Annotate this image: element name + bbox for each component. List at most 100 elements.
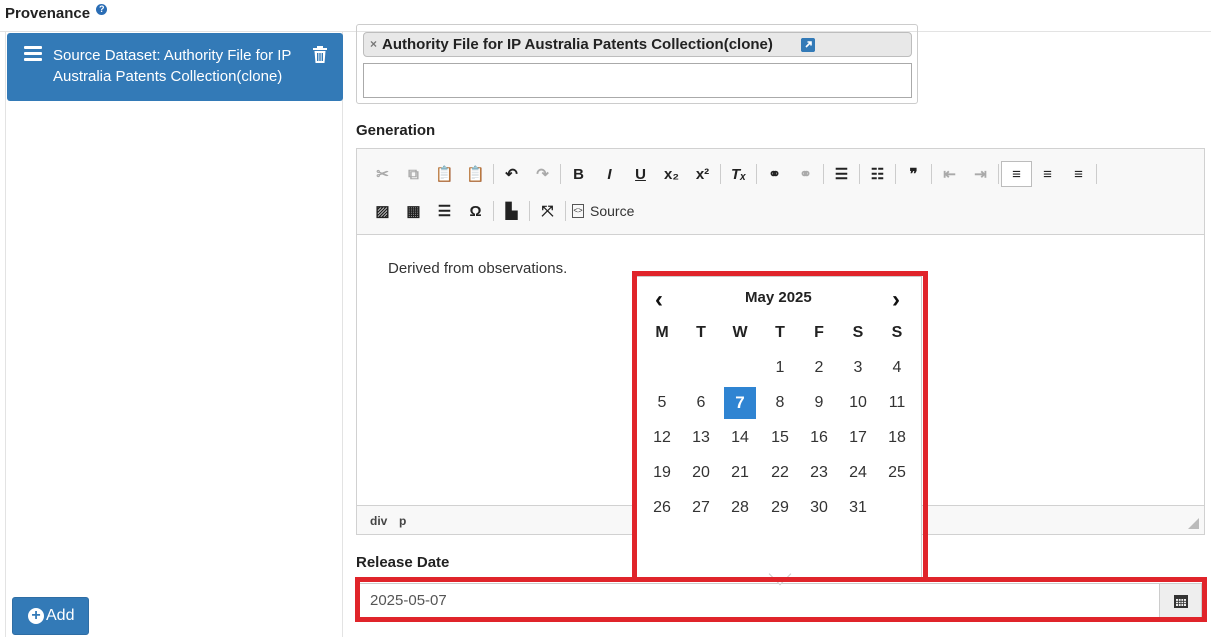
table-icon[interactable]: ▦ [398,198,429,224]
day-cell[interactable]: 21 [724,457,756,489]
calendar-button[interactable] [1159,584,1201,617]
day-cell[interactable]: 18 [881,422,913,454]
source-dataset-item[interactable]: Source Dataset: Authority File for IP Au… [7,33,343,101]
source-dataset-field: × Authority File for IP Australia Patent… [356,24,918,104]
add-button[interactable]: + Add [12,597,89,635]
external-link-icon[interactable] [801,38,815,52]
subscript-icon[interactable]: x₂ [656,161,687,187]
previous-month-chevron-icon[interactable]: ‹ [655,286,663,314]
next-month-chevron-icon[interactable]: › [892,286,900,314]
source-button[interactable]: <> Source [568,198,638,224]
datepicker-month-label[interactable]: May 2025 [745,289,812,306]
toolbar-separator [493,201,494,221]
selected-day-cell[interactable]: 7 [724,387,756,419]
day-cell[interactable]: 5 [646,387,678,419]
path-crumb-p[interactable]: p [399,514,406,528]
day-cell[interactable]: 20 [685,457,717,489]
toolbar-separator [998,164,999,184]
toolbar-separator [859,164,860,184]
weekday-header: T [696,324,706,341]
day-cell[interactable]: 14 [724,422,756,454]
day-cell[interactable]: 22 [764,457,796,489]
special-char-icon[interactable]: Ω [460,198,491,224]
day-cell[interactable]: 3 [842,352,874,384]
toolbar-row-2: ▨ ▦ ☰ Ω ▙ ⤧ <> Source [367,197,638,225]
day-cell[interactable]: 29 [764,492,796,524]
trash-icon[interactable] [312,46,328,63]
day-cell[interactable]: 16 [803,422,835,454]
underline-icon[interactable]: U [625,161,656,187]
undo-icon[interactable]: ↶ [496,161,527,187]
day-cell[interactable]: 4 [881,352,913,384]
day-cell[interactable]: 1 [764,352,796,384]
left-panel: Source Dataset: Authority File for IP Au… [5,32,343,637]
source-button-label: Source [590,203,635,219]
day-cell[interactable]: 2 [803,352,835,384]
toolbar-separator [529,201,530,221]
numbered-list-icon[interactable]: ☰ [826,161,857,187]
token-remove-icon[interactable]: × [370,37,377,51]
day-cell[interactable]: 8 [764,387,796,419]
paste-text-icon[interactable]: 📋 [460,161,491,187]
day-cell[interactable]: 13 [685,422,717,454]
bulleted-list-icon[interactable]: ☷ [862,161,893,187]
bookmark-icon[interactable]: ▙ [496,198,527,224]
day-cell[interactable]: 30 [803,492,835,524]
day-cell[interactable]: 25 [881,457,913,489]
remove-format-icon[interactable]: Tₓ [723,161,754,187]
path-crumb-div[interactable]: div [370,514,387,528]
add-button-label: Add [46,607,75,624]
day-cell[interactable]: 24 [842,457,874,489]
indent-icon[interactable]: ⇥ [965,161,996,187]
toolbar-row-1: ✂ ⧉ 📋 📋 ↶ ↷ B I U x₂ x² Tₓ ⚭ ⚭ ☰ ☷ ❞ ⇤ ⇥… [367,160,1099,188]
unlink-icon[interactable]: ⚭ [790,161,821,187]
cut-icon[interactable]: ✂ [367,161,398,187]
superscript-icon[interactable]: x² [687,161,718,187]
day-cell[interactable]: 11 [881,387,913,419]
maximize-icon[interactable]: ⤧ [532,198,563,224]
day-cell[interactable]: 19 [646,457,678,489]
weekday-header: W [732,324,748,341]
toolbar-separator [931,164,932,184]
editor-content[interactable]: Derived from observations. [388,260,567,277]
copy-icon[interactable]: ⧉ [398,161,429,187]
release-date-value: 2025-05-07 [370,592,447,609]
link-icon[interactable]: ⚭ [759,161,790,187]
weekday-header: M [655,324,669,341]
toolbar-separator [1096,164,1097,184]
toolbar-separator [895,164,896,184]
toolbar-separator [823,164,824,184]
day-cell[interactable]: 6 [685,387,717,419]
day-cell[interactable]: 31 [842,492,874,524]
align-right-icon[interactable]: ≡ [1063,161,1094,187]
calendar-icon [1174,595,1188,608]
release-date-input[interactable]: 2025-05-07 [359,583,1202,618]
question-circle-icon[interactable]: ? [96,4,108,15]
day-cell[interactable]: 10 [842,387,874,419]
toolbar-separator [565,201,566,221]
image-icon[interactable]: ▨ [367,198,398,224]
weekday-header: T [775,324,785,341]
align-center-icon[interactable]: ≡ [1032,161,1063,187]
day-cell[interactable]: 9 [803,387,835,419]
day-cell[interactable]: 15 [764,422,796,454]
resize-handle-icon[interactable] [1188,518,1199,529]
source-search-input[interactable] [363,63,912,98]
day-cell[interactable]: 17 [842,422,874,454]
toolbar-separator [756,164,757,184]
blockquote-icon[interactable]: ❞ [898,161,929,187]
weekday-header: F [814,324,824,341]
paste-icon[interactable]: 📋 [429,161,460,187]
day-cell[interactable]: 27 [685,492,717,524]
menu-icon[interactable] [24,46,42,61]
day-cell[interactable]: 12 [646,422,678,454]
redo-icon[interactable]: ↷ [527,161,558,187]
bold-icon[interactable]: B [563,161,594,187]
day-cell[interactable]: 23 [803,457,835,489]
align-left-icon[interactable]: ≡ [1001,161,1032,187]
day-cell[interactable]: 26 [646,492,678,524]
italic-icon[interactable]: I [594,161,625,187]
outdent-icon[interactable]: ⇤ [934,161,965,187]
horizontal-line-icon[interactable]: ☰ [429,198,460,224]
day-cell[interactable]: 28 [724,492,756,524]
